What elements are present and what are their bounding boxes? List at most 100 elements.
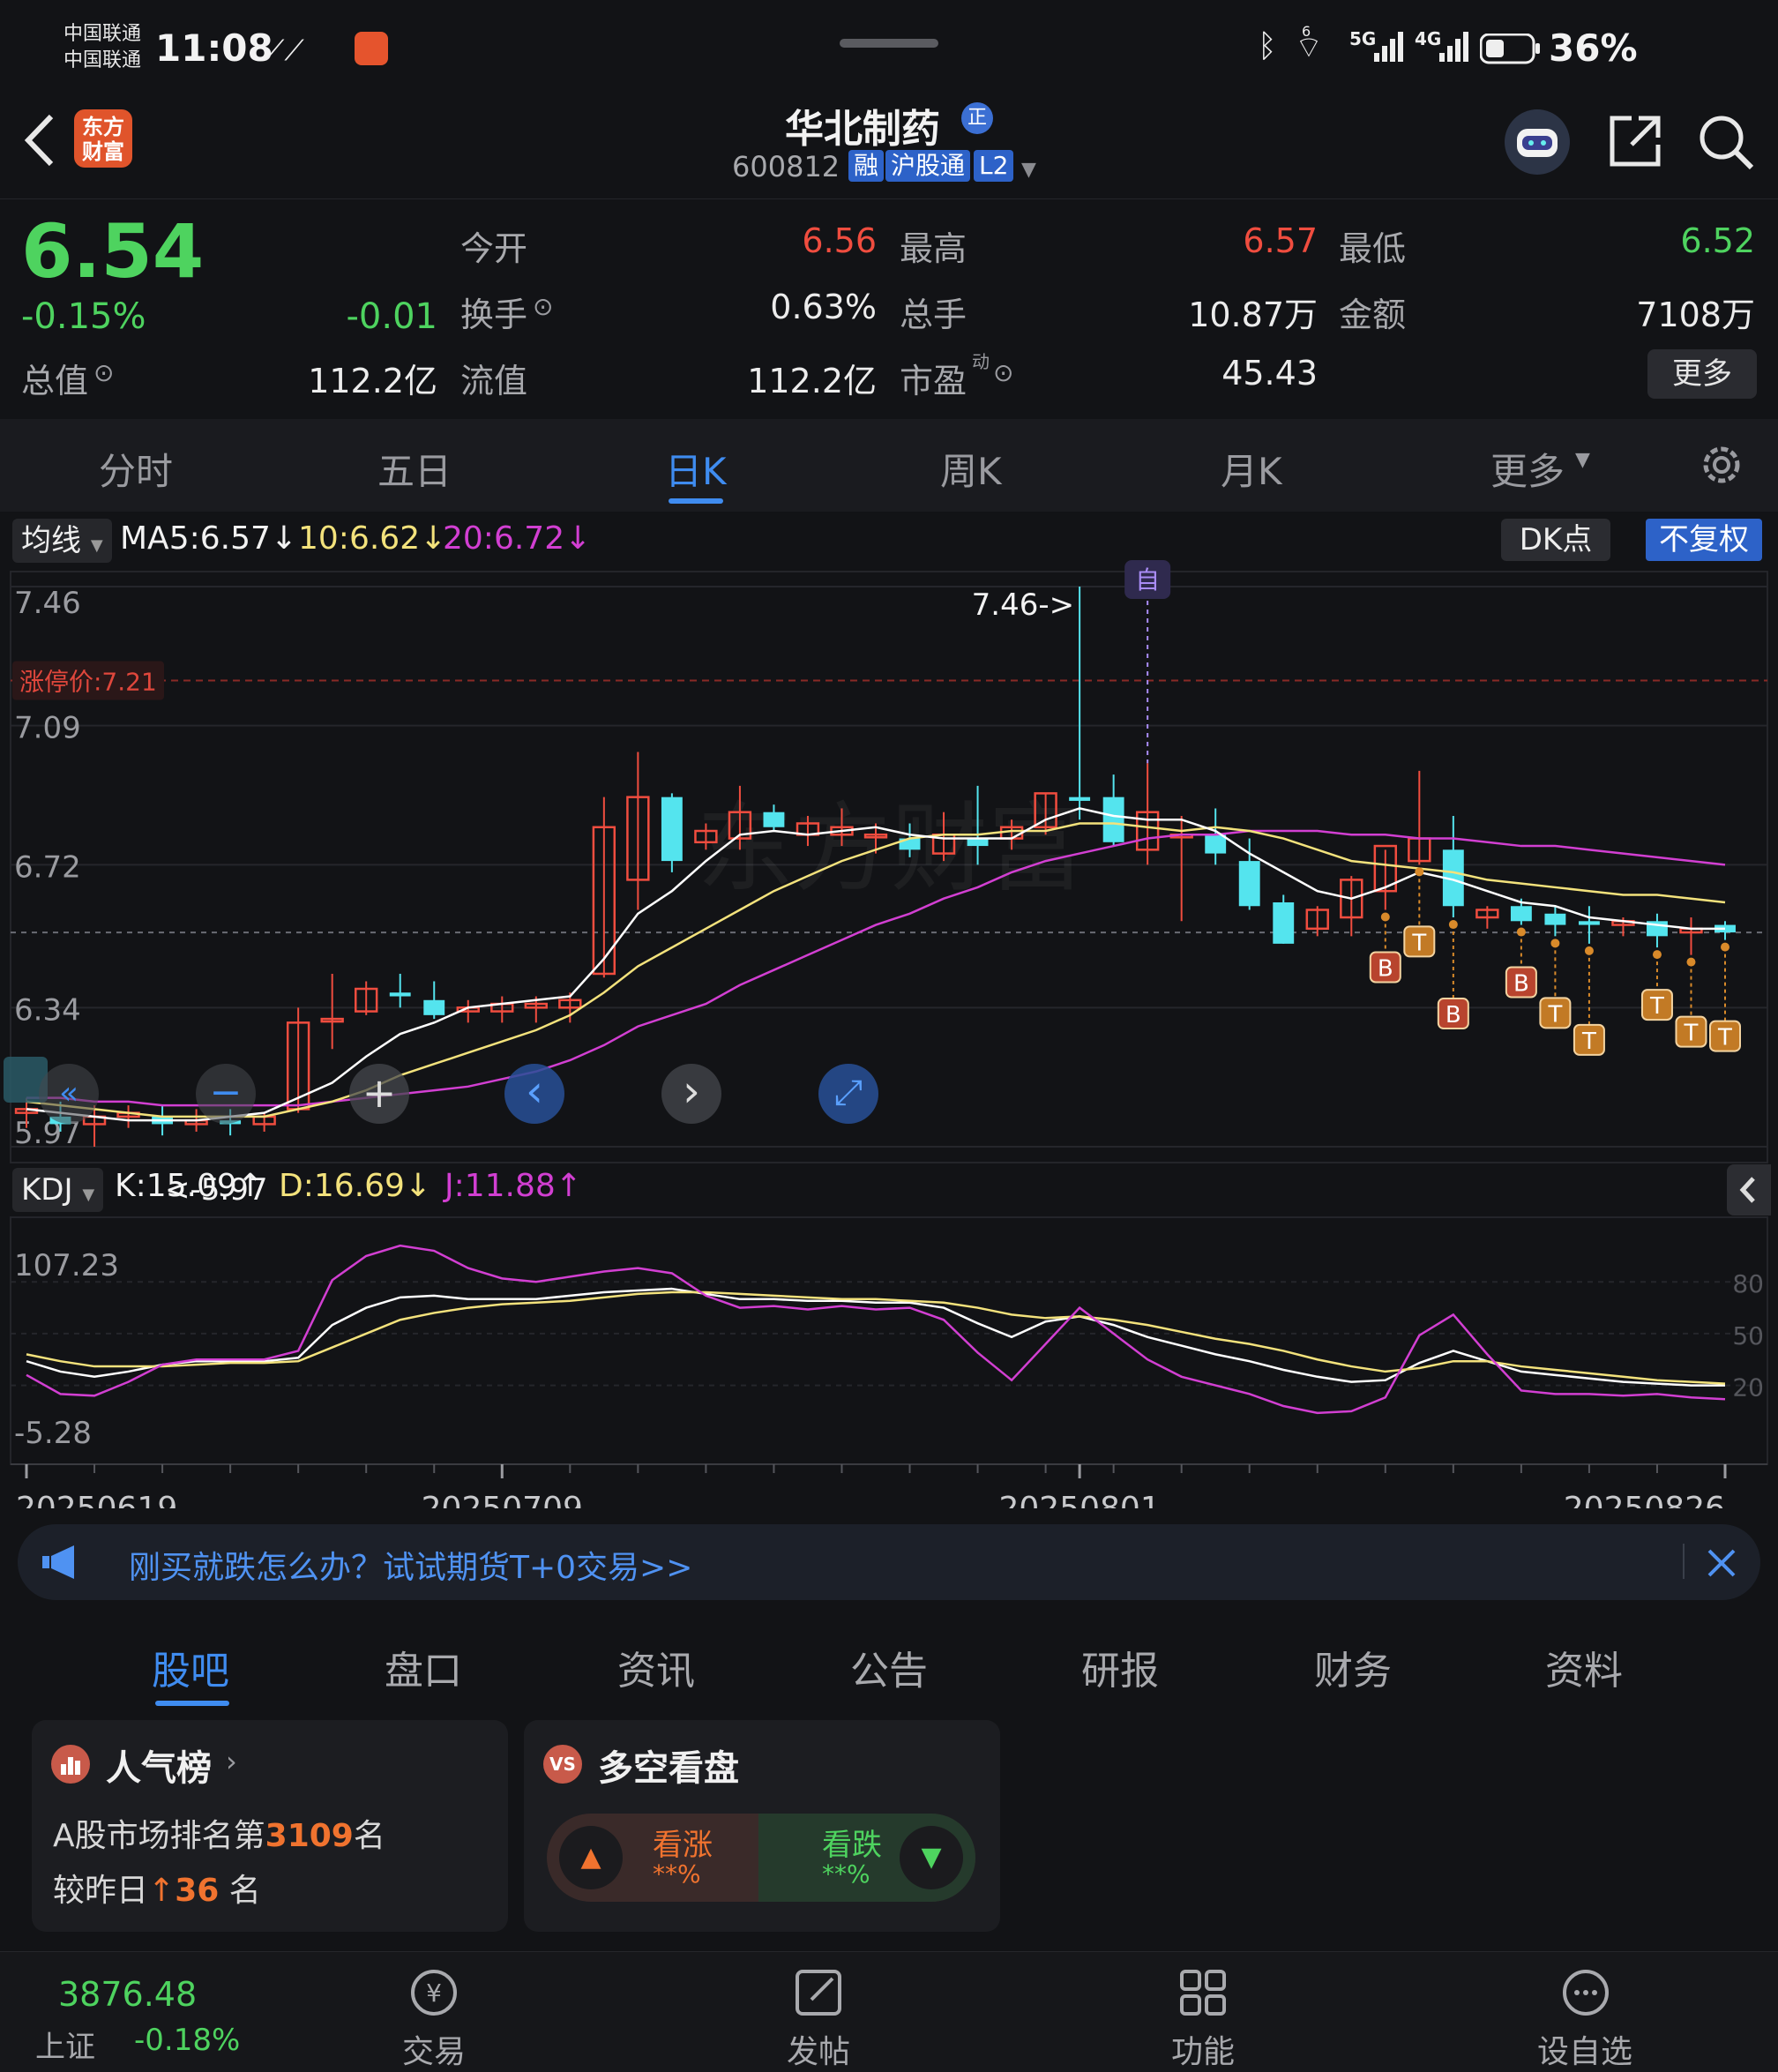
pan-left-button[interactable]: ‹ <box>504 1064 564 1124</box>
dk-points-button[interactable]: DK点 <box>1501 519 1610 561</box>
high-value: 6.57 <box>1243 221 1318 260</box>
dropdown-icon[interactable]: ▼ <box>1021 159 1036 181</box>
kdj-d-legend: D:16.69↓ <box>279 1168 432 1204</box>
close-icon[interactable] <box>1704 1545 1739 1584</box>
price-tick-label: 6.34 <box>14 992 81 1028</box>
tab-monthly-k[interactable]: 月K <box>1221 442 1282 496</box>
tab-research[interactable]: 研报 <box>1081 1639 1159 1695</box>
trade-marker-dot <box>1448 920 1458 930</box>
tab-forum[interactable]: 股吧 <box>152 1639 229 1695</box>
collapse-panel-icon[interactable] <box>1727 1164 1771 1216</box>
pan-right-button[interactable]: › <box>661 1064 721 1124</box>
low-label: 最低 <box>1339 229 1407 268</box>
tab-more[interactable]: 更多 <box>1490 442 1565 496</box>
level2-tag: L2 <box>974 150 1014 182</box>
back-icon[interactable] <box>19 109 58 175</box>
vote-down-icon[interactable]: ▼ <box>900 1826 963 1889</box>
nav-add-watchlist[interactable]: 设自选 <box>1519 2026 1651 2072</box>
change-suffix: 名 <box>228 1873 261 1909</box>
turnover-label: 换手 <box>460 295 528 334</box>
vote-bar[interactable]: ▲ 看涨 **% 看跌 **% ▼ <box>547 1814 975 1902</box>
expand-button[interactable]: ⤢ <box>818 1064 878 1124</box>
trade-marker-dot <box>1721 942 1729 952</box>
tab-financials[interactable]: 财务 <box>1314 1639 1392 1695</box>
rewind-icon[interactable]: « <box>39 1064 99 1124</box>
turnover-info-icon[interactable]: ⊙ <box>533 292 553 321</box>
connect-tag: 沪股通 <box>885 150 971 182</box>
nav-trade[interactable]: 交易 <box>381 2026 487 2072</box>
x-axis-date-label: 20250801 <box>999 1491 1161 1508</box>
tab-news[interactable]: 资讯 <box>617 1639 695 1695</box>
stock-code: 600812 <box>732 150 840 183</box>
x-axis-band <box>11 1466 1767 1508</box>
index-name[interactable]: 上证 <box>35 2023 95 2066</box>
add-watchlist-icon[interactable] <box>1558 1964 1614 2024</box>
tab-five-day[interactable]: 五日 <box>377 442 452 496</box>
clock: 11:08 <box>155 26 273 70</box>
signal-app-icon: ⟋⟋ <box>265 34 304 67</box>
adjust-button[interactable]: 不复权 <box>1646 519 1762 561</box>
index-change[interactable]: -0.18% <box>134 2023 240 2058</box>
price-tick-label: 7.46 <box>14 586 81 621</box>
robot-avatar-icon[interactable] <box>1505 109 1570 175</box>
versus-icon: VS <box>543 1745 582 1784</box>
stock-name: 华北制药 <box>785 107 940 152</box>
turnover-value: 0.63% <box>770 288 877 326</box>
active-tab-indicator <box>669 498 723 504</box>
kline-tabs: 分时 五日 日K 周K 月K 更多 ▼ <box>0 419 1778 512</box>
logo-line-1: 东方 <box>82 115 124 139</box>
popularity-change: 较昨日↑36 名 <box>53 1865 261 1911</box>
ma-selector-label: 均线 <box>21 523 81 558</box>
tab-more-caret-icon[interactable]: ▼ <box>1575 449 1590 471</box>
share-icon[interactable] <box>1607 113 1663 173</box>
trade-marker-dot <box>1516 927 1526 937</box>
ma10-legend: 10:6.62↓ <box>298 520 447 557</box>
nav-post[interactable]: 发帖 <box>766 2026 871 2072</box>
x-axis-date-label: 20250709 <box>422 1491 583 1508</box>
tab-weekly-k[interactable]: 周K <box>940 442 1002 496</box>
trade-icon[interactable]: ¥ <box>406 1964 462 2024</box>
pe-value: 45.43 <box>1221 354 1318 393</box>
app-logo[interactable]: 东方 财富 <box>74 109 132 168</box>
more-quote-button[interactable]: 更多 <box>1647 349 1757 399</box>
indicator-selector[interactable]: KDJ ▼ <box>12 1168 104 1212</box>
functions-grid-icon[interactable] <box>1175 1964 1231 2024</box>
ma20-legend: 20:6.72↓ <box>443 520 592 557</box>
tab-daily-k[interactable]: 日K <box>665 442 727 496</box>
x-axis-date-label: 20250826 <box>1564 1491 1725 1508</box>
zoom-out-button[interactable]: − <box>196 1064 256 1124</box>
tab-orderbook[interactable]: 盘口 <box>385 1639 462 1695</box>
candle-body <box>967 838 989 847</box>
settings-gear-icon[interactable] <box>1697 440 1746 493</box>
promo-banner[interactable]: 刚买就跌怎么办？试试期货T+0交易>> <box>18 1524 1760 1600</box>
volume-label: 总手 <box>900 295 967 334</box>
search-icon[interactable] <box>1695 111 1755 175</box>
kline-chart[interactable]: 7.467.096.726.345.97东方财富涨停价:7.217.46-><-… <box>0 512 1778 1527</box>
change-value: 36 <box>175 1873 220 1909</box>
kdj-panel-frame <box>10 1216 1768 1465</box>
mktcap-value: 112.2亿 <box>308 362 437 400</box>
tab-announcements[interactable]: 公告 <box>850 1639 928 1695</box>
vote-up-icon[interactable]: ▲ <box>559 1826 623 1889</box>
candle-body <box>661 797 683 862</box>
self-marker: 自 <box>1135 565 1160 595</box>
candle-body <box>1510 906 1532 922</box>
banner-text[interactable]: 刚买就跌怎么办？试试期货T+0交易>> <box>129 1542 692 1588</box>
index-value[interactable]: 3876.48 <box>58 1975 197 2014</box>
max-price-annotation: 7.46-> <box>972 587 1074 623</box>
nav-functions[interactable]: 功能 <box>1150 2026 1256 2072</box>
info-icon[interactable]: ⊙ <box>93 358 114 387</box>
x-axis-date-label: 20250619 <box>16 1491 177 1508</box>
ma-selector[interactable]: 均线 ▼ <box>12 519 112 563</box>
post-icon[interactable] <box>790 1964 847 2024</box>
candle-body <box>1273 901 1295 944</box>
bull-bear-card[interactable]: VS 多空看盘 ▲ 看涨 **% 看跌 **% ▼ <box>524 1720 1000 1932</box>
trade-marker-label: B <box>1513 971 1529 998</box>
rank-suffix: 名 <box>353 1818 385 1854</box>
popularity-card[interactable]: 人气榜 › A股市场排名第3109名 较昨日↑36 名 <box>32 1720 508 1932</box>
zoom-in-button[interactable]: + <box>349 1064 409 1124</box>
pe-info-icon[interactable]: ⊙ <box>993 358 1013 387</box>
tab-profile[interactable]: 资料 <box>1545 1639 1623 1695</box>
tab-intraday[interactable]: 分时 <box>99 442 173 496</box>
candle-body <box>1238 861 1260 907</box>
